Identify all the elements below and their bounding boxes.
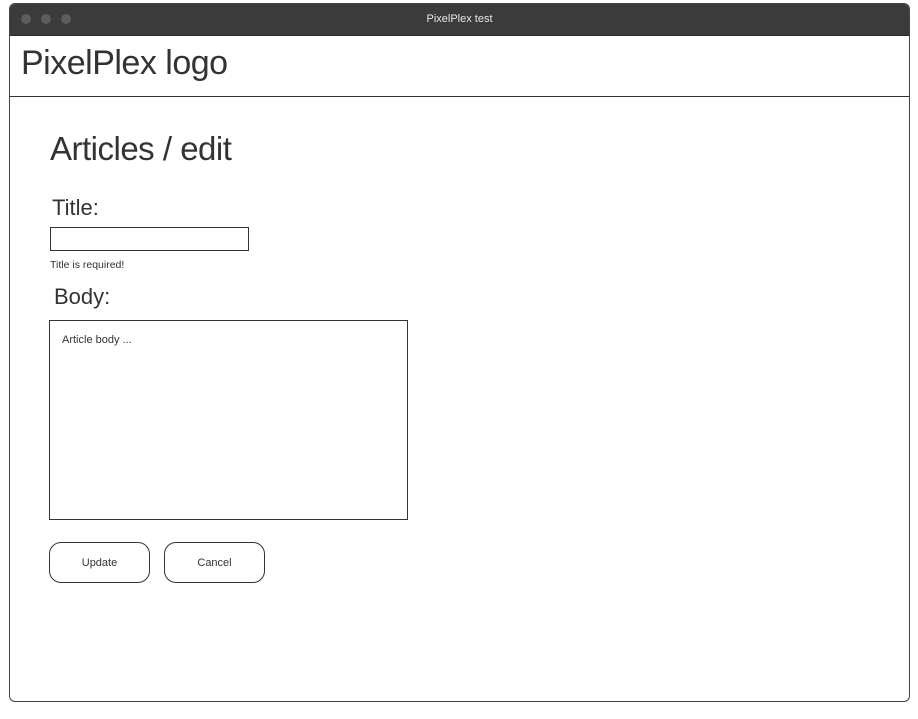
- body-label: Body:: [54, 284, 111, 309]
- window-title: PixelPlex test: [426, 13, 493, 25]
- title-input[interactable]: [50, 227, 249, 251]
- title-label: Title:: [52, 195, 99, 220]
- site-logo[interactable]: PixelPlex logo: [21, 44, 228, 83]
- window-titlebar[interactable]: PixelPlex test: [10, 4, 909, 36]
- site-header: PixelPlex logo: [10, 36, 909, 97]
- title-error-message: Title is required!: [50, 259, 125, 271]
- update-button[interactable]: Update: [49, 542, 150, 583]
- cancel-button[interactable]: Cancel: [164, 542, 265, 583]
- body-textarea[interactable]: [49, 320, 408, 520]
- page-title: Articles / edit: [50, 130, 232, 167]
